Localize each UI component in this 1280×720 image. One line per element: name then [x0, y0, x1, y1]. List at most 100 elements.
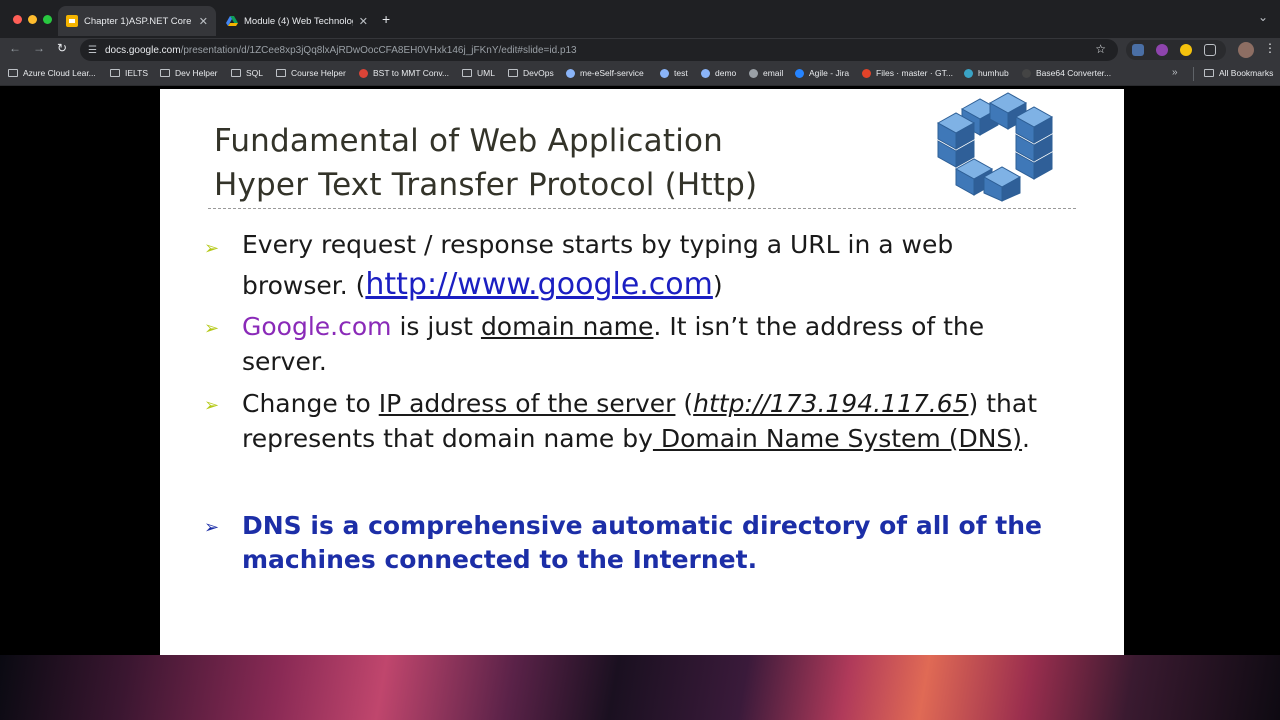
domain-name-text: domain name	[480, 312, 654, 341]
arrow-bullet-icon: ➢	[204, 395, 220, 416]
arrow-bullet-icon: ➢	[204, 318, 220, 339]
folder-icon	[1204, 69, 1214, 77]
translate-extension-icon[interactable]	[1132, 44, 1144, 56]
extension-icon[interactable]	[1156, 44, 1168, 56]
chrome-icon	[359, 68, 368, 78]
folder-icon	[110, 69, 120, 77]
google-link[interactable]: http://www.google.com	[365, 267, 713, 302]
new-tab-button[interactable]: +	[382, 11, 390, 27]
site-info-icon[interactable]: ☰	[88, 45, 97, 56]
cube-ring-logo	[936, 92, 1054, 202]
site-icon	[749, 68, 758, 78]
bookmark-item[interactable]: Base64 Converter...	[1022, 68, 1111, 78]
bookmark-item[interactable]: DevOps	[508, 68, 554, 78]
bookmark-label: test	[674, 68, 688, 78]
site-icon	[701, 68, 710, 78]
bookmark-item[interactable]: test	[660, 68, 688, 78]
profile-avatar[interactable]	[1238, 42, 1254, 58]
bookmark-item[interactable]: Agile - Jira	[795, 68, 849, 78]
title-line-1: Fundamental of Web Application	[214, 123, 724, 159]
extension-icon[interactable]	[1180, 44, 1192, 56]
bullet-text: .	[1022, 424, 1030, 453]
url-host: docs.google.com	[104, 44, 181, 56]
bookmark-label: Course Helper	[291, 68, 346, 78]
maximize-window-button[interactable]	[43, 15, 52, 24]
browser-toolbar: ← → ↻ ☰ docs.google.com/presentation/d/1…	[0, 38, 1280, 62]
all-bookmarks-button[interactable]: All Bookmarks	[1204, 68, 1273, 78]
close-icon[interactable]: ✕	[359, 15, 368, 28]
folder-icon	[462, 69, 472, 77]
folder-icon	[8, 69, 18, 77]
site-icon	[566, 68, 575, 78]
title-divider	[208, 208, 1076, 209]
ip-address-text: IP address of the server	[378, 389, 676, 418]
bullet-ip-address: ➢ Change to IP address of the server (ht…	[204, 386, 1062, 456]
gitlab-icon	[862, 68, 871, 78]
back-arrow-icon[interactable]: ←	[9, 41, 21, 55]
bookmark-label: IELTS	[125, 68, 148, 78]
url-text: docs.google.com/presentation/d/1ZCee8xp3…	[105, 45, 577, 56]
site-icon	[660, 68, 669, 78]
drive-icon	[226, 16, 238, 26]
bookmark-item[interactable]: demo	[701, 68, 736, 78]
bullet-domain-name: ➢ Google.com is just domain name. It isn…	[204, 309, 1042, 379]
chevron-down-icon[interactable]: ⌄	[1258, 10, 1268, 24]
bookmark-label: Azure Cloud Lear...	[23, 68, 96, 78]
bookmark-label: me-eSelf-service	[580, 68, 644, 78]
dns-text: Domain Name System (DNS)	[652, 424, 1023, 453]
bookmark-label: Files · master · GT...	[876, 68, 953, 78]
folder-icon	[231, 69, 241, 77]
bullet-text: )	[712, 271, 723, 300]
bullet-text: (	[675, 389, 694, 418]
bullet-text: is just	[391, 312, 481, 341]
jira-icon	[795, 68, 804, 78]
puzzle-icon[interactable]	[1204, 44, 1216, 56]
address-bar[interactable]: ☰ docs.google.com/presentation/d/1ZCee8x…	[80, 39, 1118, 61]
bookmark-item[interactable]: BST to MMT Conv...	[359, 68, 449, 78]
bookmark-item[interactable]: humhub	[964, 68, 1009, 78]
tab-label: Chapter 1)ASP.NET Core MV	[84, 15, 193, 27]
minimize-window-button[interactable]	[28, 15, 37, 24]
bookmark-item[interactable]: IELTS	[110, 68, 148, 78]
bookmark-item[interactable]: SQL	[231, 68, 263, 78]
bookmark-label: email	[763, 68, 784, 78]
bookmark-label: Dev Helper	[175, 68, 218, 78]
close-window-button[interactable]	[13, 15, 22, 24]
arrow-bullet-icon: ➢	[204, 238, 220, 259]
folder-icon	[508, 69, 518, 77]
desktop-wallpaper	[0, 655, 1280, 720]
bookmark-label: All Bookmarks	[1219, 68, 1274, 78]
extensions-area	[1126, 40, 1226, 60]
bookmark-item[interactable]: Files · master · GT...	[862, 68, 953, 78]
more-menu-icon[interactable]: ⋮	[1264, 41, 1276, 55]
tab-chapter-1[interactable]: Chapter 1)ASP.NET Core MV ✕	[58, 6, 216, 36]
bookmark-label: Base64 Converter...	[1036, 68, 1112, 78]
bookmark-item[interactable]: Azure Cloud Lear...	[8, 68, 96, 78]
more-bookmarks-icon[interactable]: »	[1172, 67, 1178, 78]
bookmark-star-icon[interactable]: ☆	[1095, 42, 1106, 56]
bullet-text: DNS is a comprehensive automatic directo…	[242, 511, 1042, 574]
site-icon	[1022, 68, 1031, 78]
bookmark-item[interactable]: email	[749, 68, 783, 78]
bookmark-item[interactable]: Course Helper	[276, 68, 346, 78]
bookmark-item[interactable]: me-eSelf-service	[566, 68, 644, 78]
slide: Fundamental of Web Application Hyper Tex…	[160, 89, 1124, 655]
close-icon[interactable]: ✕	[199, 15, 208, 28]
bullet-dns-definition: ➢ DNS is a comprehensive automatic direc…	[204, 509, 1042, 577]
bookmark-item[interactable]: UML	[462, 68, 495, 78]
tab-module-4[interactable]: Module (4) Web Technology ✕	[218, 6, 376, 36]
google-com-text: Google.com	[242, 312, 392, 341]
tab-strip: Chapter 1)ASP.NET Core MV ✕ Module (4) W…	[0, 0, 1280, 38]
bullet-url: ➢ Every request / response starts by typ…	[204, 225, 1042, 306]
bookmark-label: demo	[715, 68, 737, 78]
slides-icon	[66, 15, 78, 27]
site-icon	[964, 68, 973, 78]
bookmark-item[interactable]: Dev Helper	[160, 68, 218, 78]
forward-arrow-icon[interactable]: →	[33, 41, 45, 55]
reload-icon[interactable]: ↻	[57, 41, 67, 55]
folder-icon	[160, 69, 170, 77]
url-path: /presentation/d/1ZCee8xp3jQq8lxAjRDwOocC…	[180, 44, 577, 56]
bookmark-label: SQL	[246, 68, 264, 78]
bookmark-label: Agile - Jira	[809, 68, 850, 78]
folder-icon	[276, 69, 286, 77]
